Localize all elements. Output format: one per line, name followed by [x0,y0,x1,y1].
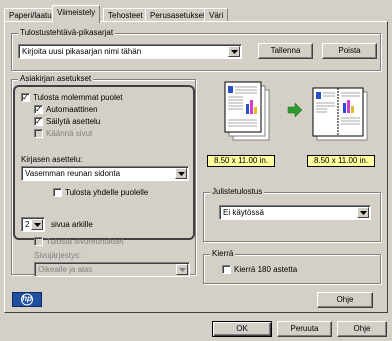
keep-layout-label: Säilytä asettelu [46,117,101,126]
help-button-panel[interactable]: Ohje [317,292,373,308]
quick-sets-label: Tulostustehtävä-pikasarjat [18,28,116,37]
tab-label: Viimeistely [57,8,96,17]
document-options-label: Asiakirjan asetukset [18,74,94,83]
chevron-down-icon[interactable] [228,46,240,57]
hp-logo-text: hp [22,294,32,303]
binding-combo[interactable]: Vasemman reunan sidonta [21,166,189,181]
cancel-button[interactable]: Peruuta [277,321,332,337]
tab-basics[interactable]: Perusasetukset [145,8,211,21]
tab-label: Perusasetukset [150,11,206,20]
arrow-right-icon [287,102,303,118]
poster-label: Julistetulostus [210,187,265,196]
quick-sets-group: Tulostustehtävä-pikasarjat Kirjoita uusi… [11,28,381,71]
binding-label: Kirjasen asettelu: [21,155,83,164]
hp-logo: hp [12,292,42,307]
poster-value: Ei käytössä [223,208,264,217]
page-order-combo[interactable]: Oikealle ja alas [34,262,190,277]
poster-group: Julistetulostus Ei käytössä [203,187,381,242]
page-order-label: Sivujärjestys: [34,251,82,260]
chevron-down-icon[interactable] [176,264,188,275]
rotate-checkbox-label: Kierrä 180 astetta [234,265,298,274]
binding-value: Vasemman reunan sidonta [25,169,121,178]
tab-strip: Paperi/laatu Viimeistely Tehosteet Perus… [4,4,388,23]
rotate-checkbox[interactable] [222,265,231,274]
print-borders-label: Tulosta sivureunukset [46,237,124,246]
tab-label: Väri [209,11,224,20]
chevron-down-icon[interactable] [31,219,43,230]
help-button[interactable]: Ohje [337,321,387,337]
chevron-down-icon[interactable] [175,168,187,179]
pages-per-sheet-combo[interactable]: 2 [21,217,45,232]
automatic-checkbox[interactable]: ✓ [34,105,43,114]
save-button[interactable]: Tallenna [258,43,313,59]
rotate-group: Kierrä Kierrä 180 astetta [203,249,381,284]
both-sides-checkbox[interactable]: ✓ [21,93,30,102]
tab-label: Tehosteet [108,11,143,20]
one-side-checkbox[interactable] [53,188,62,197]
tab-color[interactable]: Väri [204,8,229,21]
quick-set-combo[interactable]: Kirjoita uusi pikasarjan nimi tähän [18,44,242,59]
print-borders-checkbox[interactable] [34,237,43,246]
left-size-box: 8.50 x 11.00 in. [207,155,275,167]
tab-finishing[interactable]: Viimeistely [52,5,101,23]
automatic-label: Automaattinen [46,105,98,114]
quick-set-value: Kirjoita uusi pikasarjan nimi tähän [22,47,142,56]
page-order-value: Oikealle ja alas [38,265,93,274]
delete-button[interactable]: Poista [322,43,377,59]
tab-label: Paperi/laatu [9,11,52,20]
flip-pages-label: Käännä sivut [46,129,93,138]
chevron-down-icon[interactable] [357,207,369,218]
tab-effects[interactable]: Tehosteet [103,8,148,21]
both-sides-label: Tulosta molemmat puolet [33,93,123,102]
pages-per-sheet-value: 2 [25,220,30,229]
one-side-label: Tulosta yhdelle puolelle [65,188,149,197]
flip-pages-checkbox[interactable] [34,129,43,138]
right-size-box: 8.50 x 11.00 in. [307,155,375,167]
keep-layout-checkbox[interactable]: ✓ [34,117,43,126]
ok-button[interactable]: OK [212,321,272,337]
pages-per-sheet-label: sivua arkille [51,220,93,229]
rotate-label: Kierrä [210,249,236,258]
tab-paper-quality[interactable]: Paperi/laatu [4,8,57,21]
finishing-panel: Tulostustehtävä-pikasarjat Kirjoita uusi… [4,21,388,313]
poster-combo[interactable]: Ei käytössä [219,205,371,220]
